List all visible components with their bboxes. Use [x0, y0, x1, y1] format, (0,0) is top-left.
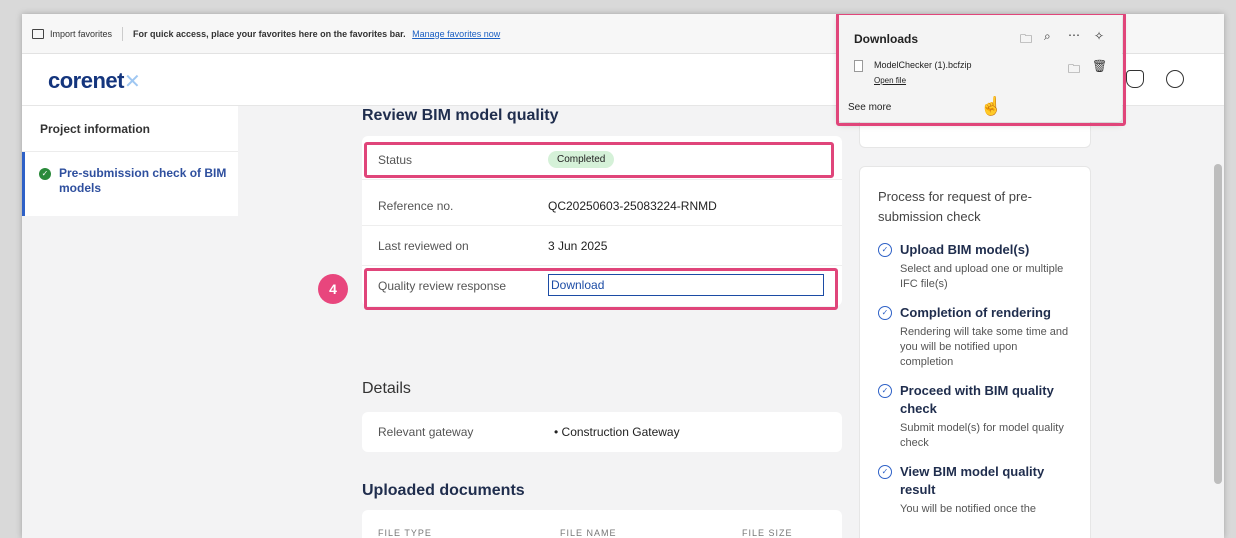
sidebar-item-project-information[interactable]: Project information	[22, 106, 238, 152]
import-favorites-label: Import favorites	[50, 28, 113, 39]
review-title: Review BIM model quality	[362, 107, 559, 124]
column-file-name: FILE NAME	[560, 528, 617, 538]
browser-window: Import favorites For quick access, place…	[22, 14, 1224, 538]
sidebar: Project information ✓ Pre-submission che…	[22, 106, 238, 538]
gateway-row: Relevant gateway • Construction Gateway	[362, 412, 842, 452]
process-step: ✓ Upload BIM model(s) Select and upload …	[878, 241, 1072, 292]
corenet-logo[interactable]: corenet✕	[48, 68, 141, 94]
sidebar-fill	[22, 216, 238, 538]
favorites-message: For quick access, place your favorites h…	[123, 29, 500, 39]
step-heading: Proceed with BIM quality check	[900, 383, 1054, 416]
uploaded-documents-card: FILE TYPE FILE NAME FILE SIZE	[362, 510, 842, 538]
process-step: ✓ Completion of rendering Rendering will…	[878, 304, 1072, 370]
check-circle-icon: ✓	[878, 384, 892, 398]
step-heading: View BIM model quality result	[900, 464, 1045, 497]
notification-icon[interactable]	[1126, 70, 1144, 88]
step-number-badge: 4	[318, 274, 348, 304]
last-reviewed-row: Last reviewed on 3 Jun 2025	[362, 226, 842, 266]
details-card: Relevant gateway • Construction Gateway	[362, 412, 842, 452]
manage-favorites-link[interactable]: Manage favorites now	[412, 29, 500, 39]
step-heading: Completion of rendering	[900, 305, 1051, 320]
sidebar-item-pre-submission-check[interactable]: ✓ Pre-submission check of BIM models	[22, 152, 238, 216]
column-file-type: FILE TYPE	[378, 528, 432, 538]
process-step: ✓ Proceed with BIM quality check Submit …	[878, 382, 1072, 451]
check-circle-icon: ✓	[39, 168, 51, 180]
uploaded-documents-title: Uploaded documents	[362, 482, 525, 499]
step-description: You will be notified once the	[900, 503, 1036, 515]
import-favorites-button[interactable]: Import favorites	[22, 26, 124, 41]
hand-cursor-icon: ☝	[980, 96, 1003, 116]
column-file-size: FILE SIZE	[742, 528, 793, 538]
favorites-message-text: For quick access, place your favorites h…	[133, 28, 406, 39]
process-panel: Process for request of pre-submission ch…	[859, 166, 1091, 538]
status-highlight	[364, 142, 834, 178]
process-step: ✓ View BIM model quality result You will…	[878, 463, 1072, 517]
details-title: Details	[362, 380, 411, 397]
import-icon	[32, 28, 44, 39]
step-description: Select and upload one or multiple IFC fi…	[900, 263, 1064, 290]
gateway-value: • Construction Gateway	[554, 425, 680, 439]
response-highlight	[364, 268, 838, 310]
check-circle-icon: ✓	[878, 465, 892, 479]
reference-row: Reference no. QC20250603-25083224-RNMD	[362, 186, 842, 226]
reference-label: Reference no.	[378, 198, 454, 213]
step-heading: Upload BIM model(s)	[900, 242, 1030, 257]
step-description: Rendering will take some time and you wi…	[900, 326, 1069, 368]
reference-value: QC20250603-25083224-RNMD	[548, 198, 717, 213]
process-title: Process for request of pre-submission ch…	[878, 189, 1032, 224]
profile-icon[interactable]	[1166, 70, 1184, 88]
logo-x-mark: ✕	[123, 71, 141, 93]
logo-text: corenet	[48, 68, 124, 93]
sidebar-item-label: Pre-submission check of BIM models	[59, 166, 227, 195]
check-circle-icon: ✓	[878, 243, 892, 257]
gateway-label: Relevant gateway	[378, 425, 474, 439]
check-circle-icon: ✓	[878, 306, 892, 320]
last-reviewed-label: Last reviewed on	[378, 238, 469, 253]
page-scrollbar[interactable]	[1214, 164, 1222, 484]
last-reviewed-value: 3 Jun 2025	[548, 238, 608, 253]
step-description: Submit model(s) for model quality check	[900, 422, 1064, 449]
